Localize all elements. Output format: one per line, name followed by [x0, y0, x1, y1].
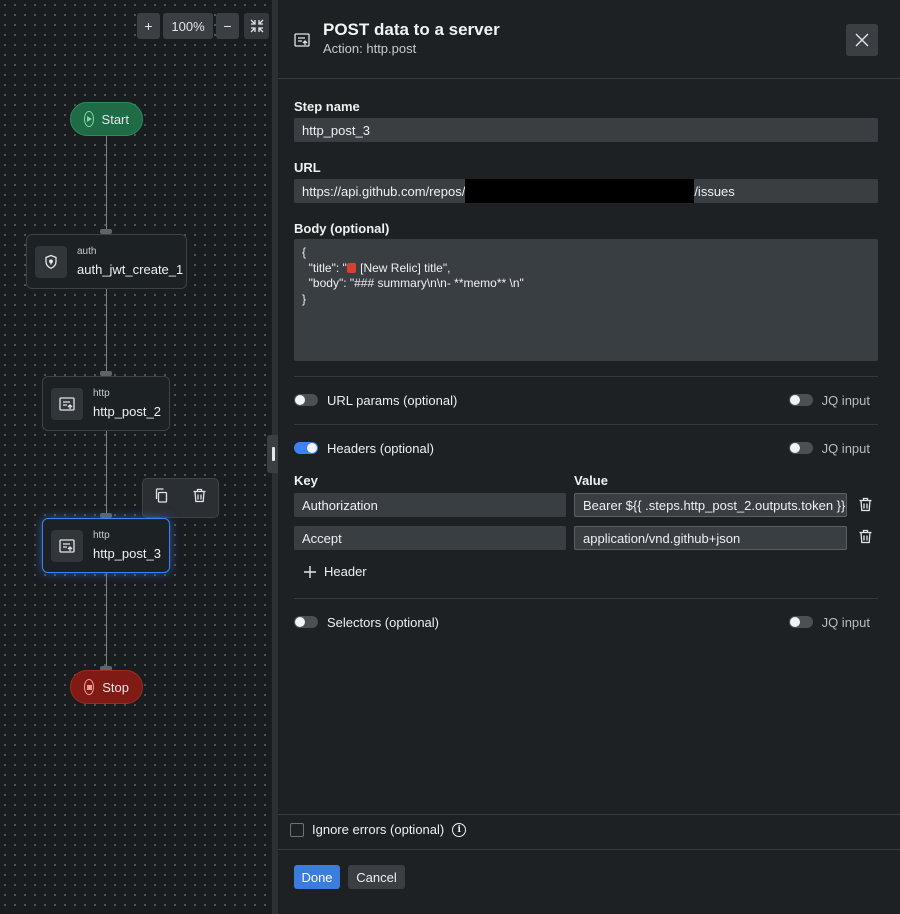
body-line: }: [302, 291, 307, 306]
zoom-out-button[interactable]: −: [216, 13, 239, 39]
divider: [294, 598, 878, 599]
jq-input-label: JQ input: [821, 392, 870, 408]
http-request-icon: [293, 31, 311, 54]
step-name-label: Step name: [294, 99, 360, 114]
selectors-toggle[interactable]: [294, 616, 318, 628]
delete-header-button[interactable]: [858, 497, 873, 517]
close-icon: [855, 33, 869, 47]
url-suffix: /issues: [694, 183, 735, 199]
delete-header-button[interactable]: [858, 529, 873, 549]
play-icon: [84, 111, 94, 127]
stop-node[interactable]: Stop: [70, 670, 143, 704]
trash-icon: [859, 497, 872, 512]
divider: [294, 376, 878, 377]
edge-auth-http2: [106, 288, 107, 374]
zoom-controls: + 100% −: [137, 13, 269, 39]
start-node[interactable]: Start: [70, 102, 143, 136]
cancel-button[interactable]: Cancel: [348, 865, 405, 889]
node-toolbar: [142, 478, 219, 518]
footer-divider: [278, 814, 900, 815]
collapse-icon: [250, 19, 263, 33]
url-params-label: URL params (optional): [327, 392, 458, 408]
panel-header: POST data to a server Action: http.post: [278, 0, 900, 79]
ignore-errors-checkbox[interactable]: [290, 822, 304, 837]
stop-label: Stop: [102, 679, 129, 695]
node-type: http: [93, 529, 110, 541]
copy-icon[interactable]: [154, 488, 169, 508]
edge-start-auth: [106, 136, 107, 230]
trash-icon[interactable]: [192, 488, 207, 508]
footer-divider: [278, 849, 900, 850]
divider: [294, 424, 878, 425]
add-header-button[interactable]: Header: [304, 564, 367, 579]
add-header-label: Header: [324, 564, 367, 579]
headers-jq-toggle[interactable]: [788, 442, 813, 454]
ignore-errors-label: Ignore errors (optional): [312, 822, 445, 837]
body-line-start: "title": ": [302, 260, 347, 275]
http-request-icon: [51, 387, 83, 420]
node-type: http: [93, 387, 110, 399]
url-params-jq-toggle[interactable]: [788, 394, 813, 406]
trash-icon: [859, 529, 872, 544]
body-line: "body": "### summary\n\n- **memo** \n": [302, 276, 524, 290]
body-line-end: [New Relic] title",: [356, 260, 451, 275]
header-key-input[interactable]: Authorization: [294, 493, 566, 517]
node-name: http_post_3: [93, 545, 161, 561]
workflow-canvas[interactable]: + 100% − Start auth auth_jwt_create_1 ht…: [0, 0, 272, 914]
siren-emoji-icon: [346, 262, 356, 273]
header-key-input[interactable]: Accept: [294, 526, 566, 550]
step-config-panel: POST data to a server Action: http.post …: [278, 0, 900, 914]
edge-http3-stop: [106, 572, 107, 669]
url-params-toggle[interactable]: [294, 394, 318, 406]
node-name: auth_jwt_create_1: [77, 261, 184, 277]
ignore-errors-row: Ignore errors (optional) i: [290, 822, 467, 837]
headers-toggle[interactable]: [294, 442, 318, 454]
headers-row: Headers (optional) JQ input: [294, 438, 878, 458]
shield-icon: [35, 245, 67, 278]
body-label: Body (optional): [294, 221, 390, 236]
headers-label: Headers (optional): [327, 440, 434, 456]
url-label: URL: [294, 160, 321, 175]
url-input[interactable]: https://api.github.com/repos/ /issues: [294, 179, 878, 203]
value-column-label: Value: [574, 473, 608, 488]
done-button[interactable]: Done: [294, 865, 340, 889]
body-line: {: [302, 245, 307, 259]
node-type: auth: [77, 245, 97, 257]
fit-view-button[interactable]: [244, 13, 269, 39]
selectors-label: Selectors (optional): [327, 614, 439, 630]
close-button[interactable]: [846, 24, 878, 56]
workflow-node-http-post-3[interactable]: http http_post_3: [42, 518, 170, 573]
url-params-jq: JQ input: [788, 392, 870, 408]
info-icon[interactable]: i: [452, 822, 467, 837]
grip-bar: [271, 447, 275, 461]
jq-input-label: JQ input: [821, 440, 870, 456]
selectors-jq: JQ input: [788, 614, 870, 630]
key-column-label: Key: [294, 473, 318, 488]
workflow-node-http-post-2[interactable]: http http_post_2: [42, 376, 170, 431]
node-name: http_post_2: [93, 403, 161, 419]
panel-subtitle: Action: http.post: [323, 41, 417, 56]
workflow-node-auth[interactable]: auth auth_jwt_create_1: [26, 234, 187, 289]
jq-input-label: JQ input: [821, 614, 870, 630]
start-label: Start: [101, 111, 129, 127]
header-value-input[interactable]: Bearer ${{ .steps.http_post_2.outputs.to…: [574, 493, 847, 517]
url-params-row: URL params (optional) JQ input: [294, 390, 878, 410]
panel-title: POST data to a server: [323, 20, 500, 39]
zoom-level: 100%: [163, 13, 213, 39]
selectors-row: Selectors (optional) JQ input: [294, 612, 878, 632]
header-value-input[interactable]: application/vnd.github+json: [574, 526, 847, 550]
http-request-icon: [51, 529, 83, 562]
step-name-input[interactable]: http_post_3: [294, 118, 878, 142]
selectors-jq-toggle[interactable]: [788, 616, 813, 628]
edge-http2-http3: [106, 430, 107, 515]
url-prefix: https://api.github.com/repos/: [302, 183, 466, 199]
stop-icon: [84, 679, 95, 695]
plus-icon: [304, 565, 316, 578]
body-line: "title": " [New Relic] title",: [302, 261, 870, 277]
zoom-in-button[interactable]: +: [137, 13, 160, 39]
redacted-region: [465, 179, 695, 203]
body-editor[interactable]: { "title": " [New Relic] title", "body":…: [294, 239, 878, 361]
headers-jq: JQ input: [788, 440, 870, 456]
